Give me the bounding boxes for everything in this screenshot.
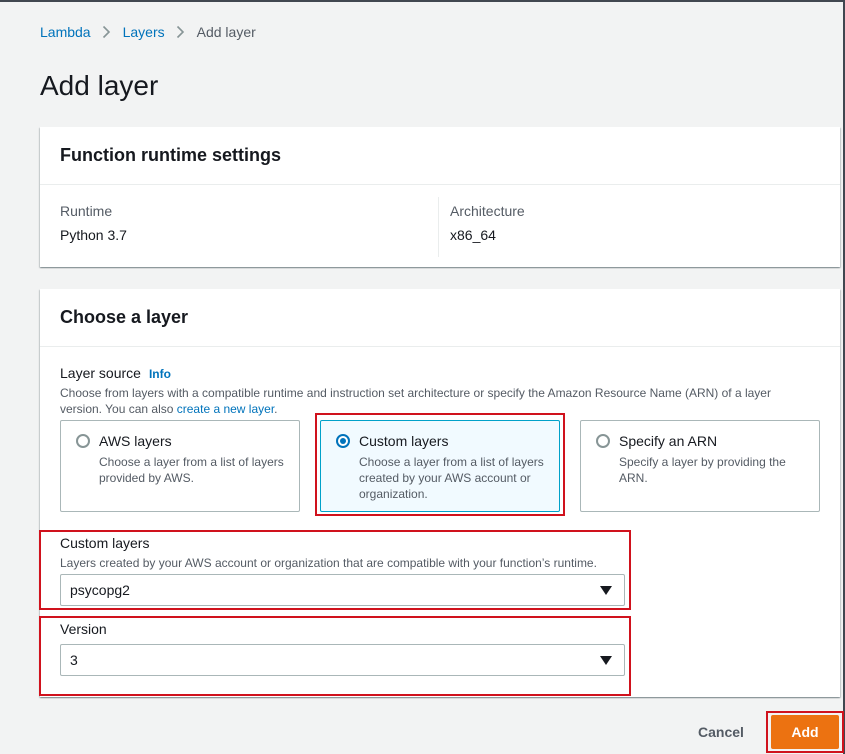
add-button[interactable]: Add — [771, 715, 839, 749]
breadcrumb-layers[interactable]: Layers — [123, 24, 165, 40]
runtime-settings-panel: Function runtime settings Runtime Python… — [40, 127, 840, 267]
choose-layer-header: Choose a layer — [40, 289, 840, 347]
option-description: Specify a layer by providing the ARN. — [619, 455, 786, 485]
option-title: AWS layers — [99, 433, 172, 449]
layer-source-label: Layer source — [60, 365, 141, 381]
breadcrumb-lambda[interactable]: Lambda — [40, 24, 91, 40]
option-specify-arn[interactable]: Specify an ARN Specify a layer by provid… — [580, 420, 820, 512]
radio-custom-layers[interactable] — [336, 434, 350, 448]
caret-down-icon — [600, 656, 612, 665]
runtime-field: Runtime Python 3.7 — [60, 203, 127, 243]
custom-layers-select[interactable]: psycopg2 — [60, 574, 625, 606]
option-title: Custom layers — [359, 433, 449, 449]
layer-source-description: Choose from layers with a compatible run… — [60, 385, 800, 417]
choose-layer-panel: Choose a layer Layer source Info Choose f… — [40, 289, 840, 697]
layer-source-description-end: . — [274, 402, 278, 416]
option-custom-layers[interactable]: Custom layers Choose a layer from a list… — [320, 420, 560, 512]
runtime-settings-header: Function runtime settings — [40, 127, 840, 185]
info-link[interactable]: Info — [149, 367, 171, 381]
runtime-settings-title: Function runtime settings — [60, 145, 282, 165]
runtime-label: Runtime — [60, 203, 113, 219]
layer-source-description-text: Choose from layers with a compatible run… — [60, 386, 771, 416]
layer-source-label-row: Layer source Info — [60, 365, 171, 381]
page-title: Add layer — [40, 70, 159, 101]
architecture-value: x86_64 — [450, 227, 496, 243]
option-description: Choose a layer from a list of layers pro… — [99, 455, 284, 485]
option-title: Specify an ARN — [619, 433, 718, 449]
breadcrumb-add-layer: Add layer — [196, 24, 256, 40]
top-border — [0, 0, 845, 2]
chevron-right-icon — [91, 25, 123, 39]
runtime-value: Python 3.7 — [60, 227, 127, 243]
option-description: Choose a layer from a list of layers cre… — [359, 455, 544, 501]
breadcrumb: Lambda Layers Add layer — [40, 24, 256, 40]
architecture-label: Architecture — [450, 203, 525, 219]
custom-layers-description: Layers created by your AWS account or or… — [60, 556, 597, 570]
column-divider — [438, 197, 439, 257]
radio-specify-arn[interactable] — [596, 434, 610, 448]
custom-layers-label: Custom layers — [60, 535, 150, 551]
version-select[interactable]: 3 — [60, 644, 625, 676]
version-value: 3 — [70, 652, 78, 668]
custom-layers-value: psycopg2 — [70, 582, 130, 598]
chevron-right-icon — [165, 25, 197, 39]
option-aws-layers[interactable]: AWS layers Choose a layer from a list of… — [60, 420, 300, 512]
radio-aws-layers[interactable] — [76, 434, 90, 448]
caret-down-icon — [600, 586, 612, 595]
version-label: Version — [60, 621, 107, 637]
cancel-button[interactable]: Cancel — [686, 719, 756, 745]
architecture-field: Architecture x86_64 — [450, 203, 525, 243]
create-new-layer-link[interactable]: create a new layer — [177, 402, 274, 416]
choose-layer-title: Choose a layer — [60, 307, 189, 327]
